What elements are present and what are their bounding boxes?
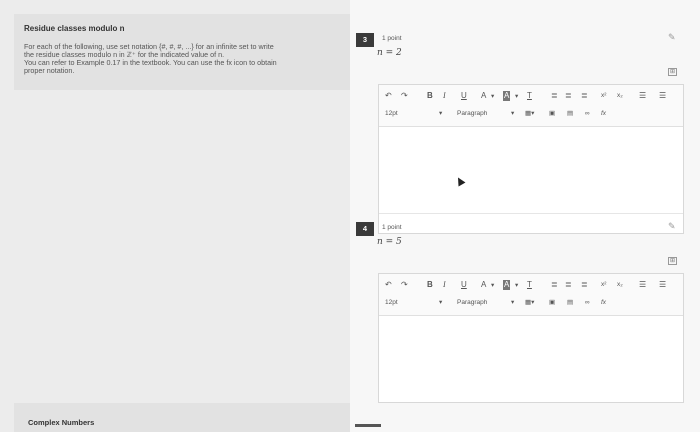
question-points: 1 point [382, 224, 402, 231]
bulleted-list-icon[interactable]: ☰ [659, 280, 666, 290]
underline-button[interactable]: U [461, 280, 467, 290]
right-panel: 3 1 point n = 2 ✎ ⊞ ↶ ↷ B I U A ▾ A ▾ T … [350, 0, 700, 432]
question-number-badge: 3 [356, 33, 374, 47]
question-number-badge: 4 [356, 222, 374, 236]
chevron-down-icon[interactable]: ▾ [515, 92, 518, 102]
clear-format-button[interactable]: T [527, 91, 532, 101]
image-icon[interactable]: ▣ [549, 109, 555, 119]
section-title: Residue classes modulo n [24, 24, 125, 33]
chevron-down-icon[interactable]: ▾ [491, 92, 494, 102]
highlight-color-button[interactable]: A [503, 91, 511, 101]
editor-status-bar [379, 213, 683, 233]
table-icon[interactable]: ▦▾ [525, 298, 534, 308]
chevron-down-icon[interactable]: ▾ [511, 298, 514, 308]
pin-icon[interactable]: ✎ [668, 32, 676, 43]
fx-icon[interactable]: fx [601, 298, 606, 308]
link-icon[interactable]: ∞ [585, 298, 590, 308]
undo-icon[interactable]: ↶ [385, 91, 392, 101]
instructions-card: Residue classes modulo n For each of the… [14, 14, 350, 90]
align-center-icon[interactable]: ≣ [565, 91, 572, 101]
chevron-down-icon[interactable]: ▾ [439, 298, 442, 308]
text-color-button[interactable]: A [481, 91, 486, 101]
underline-button[interactable]: U [461, 91, 467, 101]
redo-icon[interactable]: ↷ [401, 280, 408, 290]
media-icon[interactable]: ▤ [567, 109, 573, 119]
chevron-down-icon[interactable]: ▾ [491, 281, 494, 291]
media-icon[interactable]: ▤ [567, 298, 573, 308]
numbered-list-icon[interactable]: ☰ [639, 91, 646, 101]
answer-editor[interactable]: ↶ ↷ B I U A ▾ A ▾ T ≣ ≣ ≣ x² x₂ ☰ ☰ 12pt… [378, 273, 684, 403]
align-center-icon[interactable]: ≣ [565, 280, 572, 290]
superscript-button[interactable]: x² [601, 91, 606, 101]
chevron-down-icon[interactable]: ▾ [511, 109, 514, 119]
align-left-icon[interactable]: ≣ [551, 91, 558, 101]
bulleted-list-icon[interactable]: ☰ [659, 91, 666, 101]
editor-text-area[interactable] [379, 316, 683, 402]
scroll-indicator[interactable] [355, 424, 381, 427]
clear-format-button[interactable]: T [527, 280, 532, 290]
italic-button[interactable]: I [443, 280, 446, 290]
fx-icon[interactable]: fx [601, 109, 606, 119]
subscript-button[interactable]: x₂ [617, 91, 623, 101]
answer-editor[interactable]: ↶ ↷ B I U A ▾ A ▾ T ≣ ≣ ≣ x² x₂ ☰ ☰ 12pt… [378, 84, 684, 234]
question-points: 1 point [382, 35, 402, 42]
italic-button[interactable]: I [443, 91, 446, 101]
align-right-icon[interactable]: ≣ [581, 91, 588, 101]
superscript-button[interactable]: x² [601, 280, 606, 290]
editor-toolbar: ↶ ↷ B I U A ▾ A ▾ T ≣ ≣ ≣ x² x₂ ☰ ☰ 12pt… [379, 85, 683, 127]
next-section-tab[interactable]: Complex Numbers [14, 403, 350, 432]
text-color-button[interactable]: A [481, 280, 486, 290]
expand-icon[interactable]: ⊞ [668, 257, 677, 265]
redo-icon[interactable]: ↷ [401, 91, 408, 101]
bold-button[interactable]: B [427, 280, 433, 290]
subscript-button[interactable]: x₂ [617, 280, 623, 290]
align-left-icon[interactable]: ≣ [551, 280, 558, 290]
editor-text-area[interactable] [379, 127, 683, 213]
next-section-label: Complex Numbers [28, 418, 95, 427]
instructions-text: For each of the following, use set notat… [24, 43, 340, 75]
font-size-select[interactable]: 12pt [385, 109, 398, 119]
highlight-color-button[interactable]: A [503, 280, 511, 290]
expand-icon[interactable]: ⊞ [668, 68, 677, 76]
question-value: n = 2 [377, 48, 402, 58]
editor-toolbar: ↶ ↷ B I U A ▾ A ▾ T ≣ ≣ ≣ x² x₂ ☰ ☰ 12pt… [379, 274, 683, 316]
question-value: n = 5 [377, 237, 402, 247]
table-icon[interactable]: ▦▾ [525, 109, 534, 119]
bold-button[interactable]: B [427, 91, 433, 101]
undo-icon[interactable]: ↶ [385, 280, 392, 290]
pin-icon[interactable]: ✎ [668, 221, 676, 232]
font-size-select[interactable]: 12pt [385, 298, 398, 308]
align-right-icon[interactable]: ≣ [581, 280, 588, 290]
chevron-down-icon[interactable]: ▾ [515, 281, 518, 291]
instructions-line-4: proper notation. [24, 66, 75, 75]
paragraph-select[interactable]: Paragraph [457, 109, 487, 119]
chevron-down-icon[interactable]: ▾ [439, 109, 442, 119]
link-icon[interactable]: ∞ [585, 109, 590, 119]
image-icon[interactable]: ▣ [549, 298, 555, 308]
left-panel: Residue classes modulo n For each of the… [0, 0, 350, 432]
numbered-list-icon[interactable]: ☰ [639, 280, 646, 290]
paragraph-select[interactable]: Paragraph [457, 298, 487, 308]
